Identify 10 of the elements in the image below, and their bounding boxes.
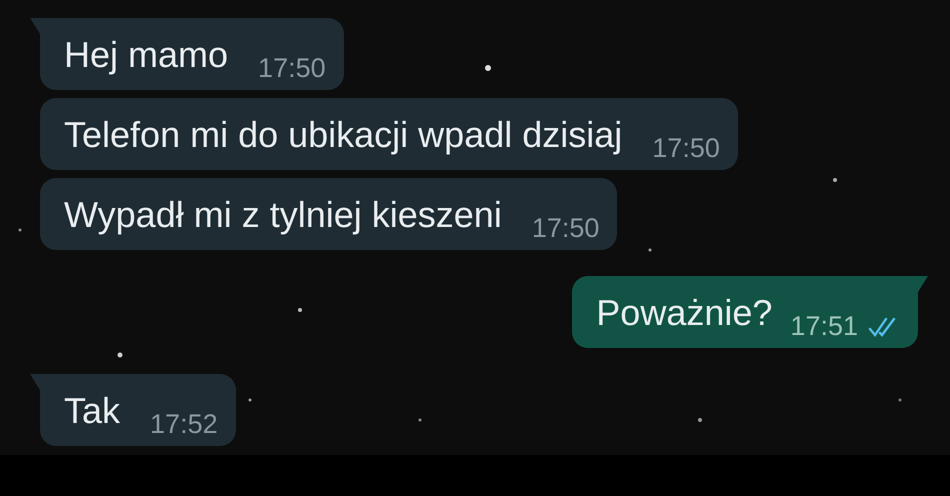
message-text: Tak	[64, 391, 120, 431]
message-time: 17:52	[150, 409, 218, 439]
message-text: Telefon mi do ubikacji wpadl dzisiaj	[64, 115, 622, 155]
message-time: 17:50	[652, 133, 720, 163]
message-text: Poważnie?	[596, 293, 772, 333]
message-text: Wypadł mi z tylniej kieszeni	[64, 195, 502, 235]
message-text: Hej mamo	[64, 35, 228, 75]
message-time: 17:50	[258, 53, 326, 83]
message-time: 17:51	[790, 311, 858, 341]
message-time: 17:50	[532, 213, 600, 243]
